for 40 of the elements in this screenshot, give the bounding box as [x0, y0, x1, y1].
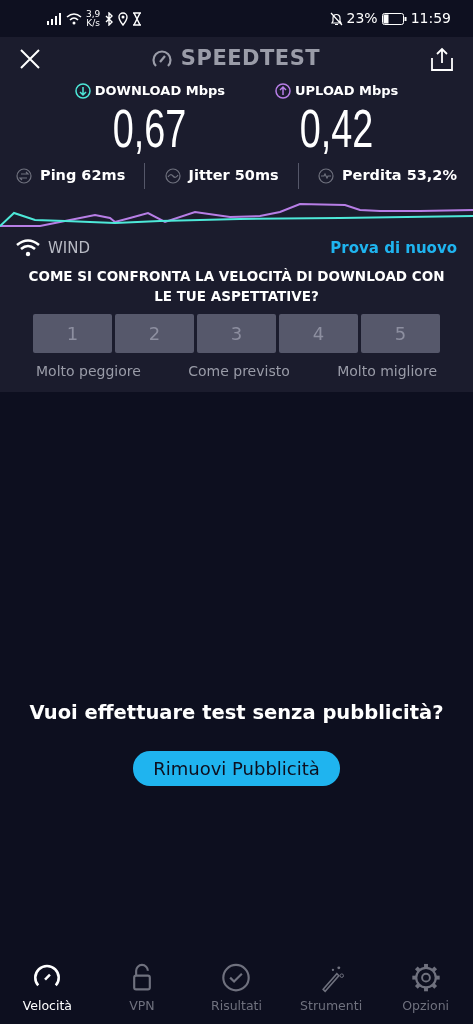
battery-icon	[381, 12, 407, 25]
bluetooth-icon	[104, 11, 115, 26]
hourglass-icon	[132, 11, 143, 26]
nav-tab[interactable]: Risultati	[189, 962, 284, 1016]
result-value: 0,42	[299, 100, 374, 155]
promo-text: Vuoi effettuare test senza pubblicità?	[29, 699, 444, 726]
clock-time: 11:59	[410, 9, 451, 28]
app-title: SPEEDTEST	[180, 45, 321, 73]
scale-label: Molto migliore	[337, 362, 437, 382]
metric-reading: Jitter 50ms	[188, 165, 279, 185]
nav-tab[interactable]: Opzioni	[378, 962, 473, 1016]
loss-icon	[317, 167, 334, 184]
result-label: UPLOAD Mbps	[295, 82, 399, 100]
jitter-icon	[164, 167, 181, 184]
signal-icon	[46, 12, 62, 25]
metric-reading: Perdita 53,2%	[341, 165, 457, 185]
location-icon	[118, 11, 129, 26]
close-icon	[20, 49, 40, 69]
wifi-icon	[16, 238, 40, 257]
scale-label: Molto peggiore	[36, 362, 141, 382]
speed-unit: K/s	[86, 18, 100, 28]
network-speed: 3,9	[86, 9, 101, 19]
result-value: 0,67	[113, 100, 187, 155]
network-name: WIND	[48, 237, 91, 259]
nav-tab[interactable]: Strumenti	[283, 962, 379, 1016]
metric-reading: Ping 62ms	[40, 165, 126, 185]
scale-label: Come previsto	[188, 362, 290, 382]
result-label: DOWNLOAD Mbps	[94, 82, 225, 100]
ping-icon	[16, 167, 32, 184]
battery-percent: 23%	[346, 9, 378, 28]
nav-tab[interactable]: Velocità	[0, 962, 95, 1016]
wifi-icon	[66, 12, 82, 25]
checkmark-icon	[220, 962, 253, 994]
retry-link[interactable]: Prova di nuovo	[330, 236, 457, 259]
bell-off-icon	[329, 11, 343, 26]
share-icon	[431, 47, 453, 71]
nav-tab[interactable]: VPN	[94, 962, 190, 1016]
survey-question: COME SI CONFRONTA LA VELOCITÀ DI DOWNLOAD CON LE TUE ASPETTATIVE?	[27, 267, 446, 306]
remove-ads-button[interactable]: Rimuovi Pubblicità	[133, 751, 340, 787]
settings-icon	[409, 962, 442, 994]
